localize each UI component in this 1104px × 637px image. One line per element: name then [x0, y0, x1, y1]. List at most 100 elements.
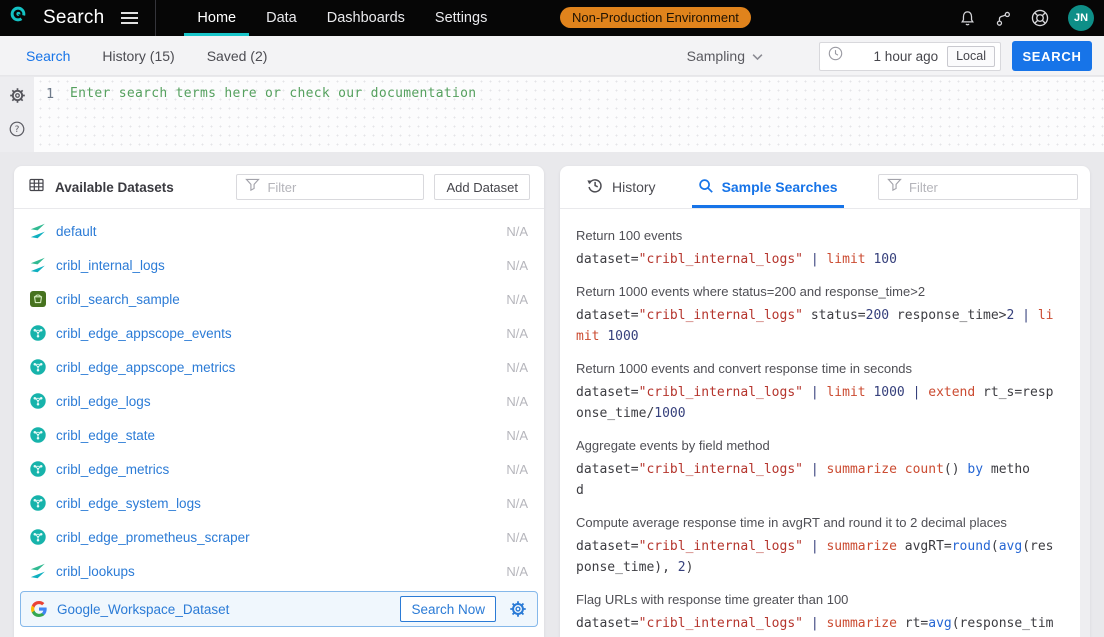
app-screen: Search Home Data Dashboards Settings Non…: [0, 0, 1104, 637]
sample-search-query: onse_time/1000: [576, 403, 1066, 425]
dataset-row[interactable]: cribl_search_sampleN/A: [14, 282, 544, 316]
notifications-bell-icon[interactable]: [959, 10, 976, 27]
toolbar-tabs: Search History (15) Saved (2): [10, 48, 283, 64]
git-branch-icon[interactable]: [995, 10, 1012, 27]
add-dataset-button[interactable]: Add Dataset: [434, 174, 530, 200]
edge-dataset-icon: [30, 359, 46, 375]
editor-settings-gear-icon[interactable]: [9, 87, 26, 109]
search-now-button[interactable]: Search Now: [400, 596, 496, 622]
sample-search-query: dataset="cribl_internal_logs" | summariz…: [576, 613, 1066, 635]
time-range-picker[interactable]: 1 hour ago Local: [819, 42, 1001, 71]
cribl-logo-icon: [10, 6, 34, 30]
sample-search-query: d: [576, 480, 1066, 502]
user-avatar[interactable]: JN: [1068, 5, 1094, 31]
dataset-name-link[interactable]: cribl_edge_appscope_events: [56, 326, 232, 341]
dataset-name-link[interactable]: cribl_edge_prometheus_scraper: [56, 530, 250, 545]
dataset-value: N/A: [506, 496, 528, 511]
sample-search-item[interactable]: Compute average response time in avgRT a…: [576, 514, 1066, 579]
dataset-value: N/A: [506, 224, 528, 239]
editor-help-icon[interactable]: ?: [9, 121, 25, 142]
tab-sample-searches[interactable]: Sample Searches: [692, 166, 844, 208]
tab-history-panel[interactable]: History: [580, 166, 662, 208]
sample-search-title: Return 1000 events where status=200 and …: [576, 283, 1066, 301]
tab-history[interactable]: History (15): [86, 48, 190, 64]
dataset-row[interactable]: cribl_edge_prometheus_scraperN/A: [14, 520, 544, 554]
dataset-name-link[interactable]: cribl_edge_state: [56, 428, 155, 443]
stream-dataset-icon: [30, 223, 46, 239]
dataset-value: N/A: [506, 360, 528, 375]
sample-search-item[interactable]: Return 1000 events and convert response …: [576, 360, 1066, 425]
dataset-row[interactable]: cribl_edge_appscope_eventsN/A: [14, 316, 544, 350]
product-title: Search: [43, 7, 104, 29]
query-editor[interactable]: ? 1 Enter search terms here or check our…: [0, 77, 1104, 152]
dataset-row[interactable]: cribl_internal_logsN/A: [14, 248, 544, 282]
dataset-name-link[interactable]: default: [56, 224, 97, 239]
dataset-name-link[interactable]: cribl_edge_logs: [56, 394, 151, 409]
dataset-row[interactable]: cribl_edge_state N/A: [14, 418, 544, 452]
sample-search-item[interactable]: Return 1000 events where status=200 and …: [576, 283, 1066, 348]
dataset-value: N/A: [506, 428, 528, 443]
dataset-row[interactable]: cribl_edge_system_logs N/A: [14, 486, 544, 520]
nav-tab-dashboards[interactable]: Dashboards: [314, 0, 418, 36]
nav-tabs: Home Data Dashboards Settings: [184, 0, 500, 36]
dataset-row[interactable]: cribl_lookups N/A: [14, 554, 544, 588]
filter-funnel-icon: [887, 178, 902, 197]
sampling-dropdown[interactable]: Sampling: [687, 48, 763, 64]
editor-placeholder: Enter search terms here or check our doc…: [70, 86, 476, 101]
dataset-name-link[interactable]: cribl_lookups: [56, 564, 135, 579]
datasets-panel-title: Available Datasets: [55, 180, 174, 195]
nav-divider: [155, 0, 156, 36]
edge-dataset-icon: [30, 393, 46, 409]
support-lifering-icon[interactable]: [1031, 9, 1049, 27]
sample-search-item[interactable]: Return 100 eventsdataset="cribl_internal…: [576, 227, 1066, 271]
google-dataset-icon: [31, 601, 47, 617]
search-magnifier-icon: [698, 178, 714, 197]
sample-search-item[interactable]: Aggregate events by field methoddataset=…: [576, 437, 1066, 502]
sample-search-query: ponse_time), 2): [576, 557, 1066, 579]
dataset-name-link[interactable]: Google_Workspace_Dataset: [57, 602, 229, 617]
toolbar-right: Sampling 1 hour ago Local SEARCH: [687, 36, 1092, 76]
environment-badge: Non-Production Environment: [560, 7, 751, 28]
sample-search-query: dataset="cribl_internal_logs" status=200…: [576, 305, 1066, 327]
dataset-settings-gear-icon[interactable]: [509, 600, 527, 618]
datasets-panel-header: Available Datasets Add Dataset: [14, 166, 544, 209]
editor-gutter: ?: [0, 77, 34, 152]
sample-search-query: dataset="cribl_internal_logs" | limit 10…: [576, 249, 1066, 271]
sample-search-query: dataset="cribl_internal_logs" | summariz…: [576, 536, 1066, 558]
sample-search-title: Flag URLs with response time greater tha…: [576, 591, 1066, 609]
dataset-name-link[interactable]: cribl_edge_appscope_metrics: [56, 360, 235, 375]
scrollbar[interactable]: [1080, 209, 1090, 637]
tab-saved[interactable]: Saved (2): [191, 48, 284, 64]
stream-dataset-icon: [30, 563, 46, 579]
dataset-name-link[interactable]: cribl_internal_logs: [56, 258, 165, 273]
dataset-name-link[interactable]: cribl_edge_system_logs: [56, 496, 201, 511]
dataset-name-link[interactable]: cribl_search_sample: [56, 292, 180, 307]
edge-dataset-icon: [30, 461, 46, 477]
samples-filter[interactable]: [878, 174, 1078, 200]
timezone-local-button[interactable]: Local: [947, 46, 995, 67]
dataset-value: N/A: [506, 564, 528, 579]
tab-search[interactable]: Search: [10, 48, 86, 64]
edge-dataset-icon: [30, 529, 46, 545]
sample-search-query: dataset="cribl_internal_logs" | summariz…: [576, 459, 1066, 481]
datasets-filter[interactable]: [236, 174, 424, 200]
edge-dataset-icon: [30, 325, 46, 341]
dataset-row[interactable]: cribl_edge_logsN/A: [14, 384, 544, 418]
svg-text:?: ?: [15, 125, 20, 135]
dataset-name-link[interactable]: cribl_edge_metrics: [56, 462, 169, 477]
nav-tab-home[interactable]: Home: [184, 0, 249, 36]
sample-dataset-icon: [30, 291, 46, 307]
hamburger-menu-icon[interactable]: [120, 0, 139, 36]
samples-filter-input[interactable]: [909, 180, 1069, 195]
dataset-row[interactable]: Google_Workspace_Dataset Search Now: [20, 591, 538, 627]
datasets-filter-input[interactable]: [267, 180, 415, 195]
sample-search-item[interactable]: Flag URLs with response time greater tha…: [576, 591, 1066, 637]
dataset-row[interactable]: default N/A: [14, 214, 544, 248]
nav-tab-settings[interactable]: Settings: [422, 0, 500, 36]
dataset-row[interactable]: cribl_edge_appscope_metrics N/A: [14, 350, 544, 384]
brand[interactable]: Search: [0, 0, 104, 36]
search-button[interactable]: SEARCH: [1012, 41, 1092, 71]
dataset-value: N/A: [506, 462, 528, 477]
dataset-row[interactable]: cribl_edge_metrics N/A: [14, 452, 544, 486]
nav-tab-data[interactable]: Data: [253, 0, 310, 36]
